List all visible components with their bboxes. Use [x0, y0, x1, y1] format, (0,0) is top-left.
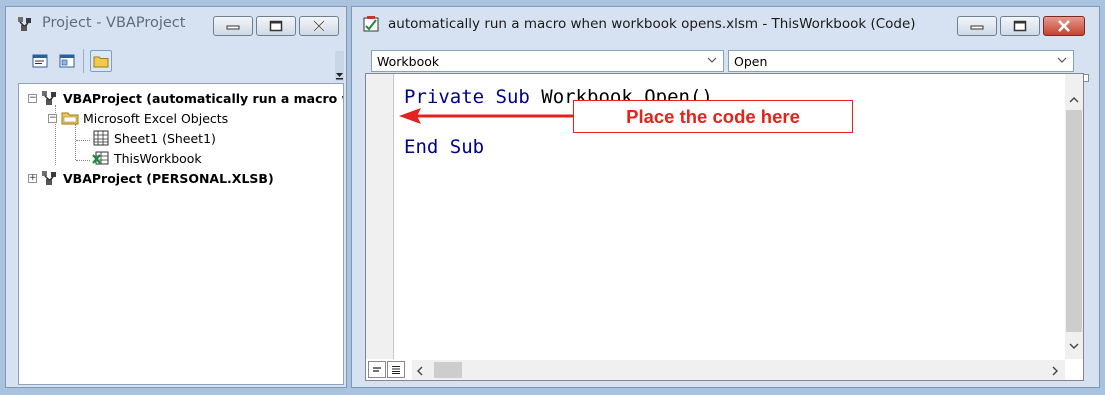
collapse-toggle[interactable]: − — [28, 93, 37, 103]
annotation-text: Place the code here — [626, 105, 800, 127]
expand-toggle[interactable]: + — [28, 173, 37, 183]
project-window-title: Project - VBAProject — [42, 15, 186, 31]
full-module-view-button[interactable] — [387, 361, 405, 378]
chevron-down-icon — [1057, 57, 1067, 63]
annotation-arrow — [399, 108, 575, 124]
toggle-folders-button[interactable] — [90, 50, 112, 72]
toolbar-overflow[interactable] — [335, 51, 344, 81]
minimize-icon — [226, 25, 240, 30]
chevron-down-icon — [1069, 343, 1079, 349]
close-icon — [313, 20, 325, 32]
horizontal-scroll-thumb[interactable] — [434, 362, 462, 378]
margin-indicator-bar[interactable] — [366, 74, 394, 359]
tree-node-label: Sheet1 (Sheet1) — [114, 130, 216, 146]
object-combo-value: Workbook — [377, 54, 440, 69]
vertical-scroll-thumb[interactable] — [1066, 110, 1082, 332]
code-line-3: End Sub — [404, 136, 485, 158]
code-titlebar[interactable]: automatically run a macro when workbook … — [352, 7, 1099, 41]
view-object-icon — [59, 54, 75, 68]
minimize-button[interactable] — [213, 16, 253, 36]
view-mode-buttons — [366, 360, 410, 380]
chevron-up-icon — [1069, 97, 1079, 103]
collapse-toggle[interactable]: − — [48, 113, 57, 123]
tree-node-excel-objects[interactable]: − Microsoft Excel Objects — [48, 109, 228, 127]
procedure-combo-value: Open — [734, 54, 768, 69]
close-icon — [1058, 20, 1070, 32]
tree-node-label: VBAProject (PERSONAL.XLSB) — [63, 170, 274, 186]
tree-node-sheet1[interactable]: Sheet1 (Sheet1) — [92, 129, 216, 147]
tree-node-thisworkbook[interactable]: ThisWorkbook — [92, 149, 202, 167]
code-window-icon — [363, 16, 379, 32]
chevron-right-icon — [1052, 366, 1058, 376]
procedure-combobox[interactable]: Open — [728, 50, 1074, 72]
close-button[interactable] — [299, 16, 339, 36]
project-toolbar — [12, 47, 344, 81]
tree-node-vbaproject[interactable]: − VBAProject (automatically run a macro … — [28, 89, 344, 107]
tree-connector — [76, 140, 90, 141]
annotation-callout: Place the code here — [573, 100, 853, 133]
vba-project-icon — [42, 91, 56, 105]
toggle-folders-icon — [93, 56, 109, 67]
horizontal-scrollbar[interactable] — [412, 360, 1065, 380]
close-button[interactable] — [1043, 16, 1085, 36]
tree-connector — [76, 160, 90, 161]
project-explorer-window: Project - VBAProject − VBAProject (autom… — [5, 6, 347, 388]
vba-project-icon — [42, 171, 56, 185]
view-code-button[interactable] — [29, 50, 51, 72]
tree-node-personal[interactable]: + VBAProject (PERSONAL.XLSB) — [28, 169, 274, 187]
code-window-title: automatically run a macro when workbook … — [388, 16, 916, 32]
workbook-icon — [92, 151, 109, 165]
chevron-down-icon — [336, 73, 343, 80]
folder-icon — [61, 112, 79, 125]
procedure-view-icon — [373, 366, 381, 372]
procedure-view-button[interactable] — [368, 361, 386, 378]
project-titlebar[interactable]: Project - VBAProject — [6, 7, 346, 41]
tree-node-label: VBAProject (automatically run a macro wl — [63, 90, 344, 106]
tree-node-label: Microsoft Excel Objects — [83, 110, 229, 126]
vba-project-icon — [18, 17, 31, 31]
maximize-icon — [1013, 20, 1027, 32]
minimize-button[interactable] — [957, 16, 997, 36]
worksheet-icon — [93, 130, 109, 146]
maximize-button[interactable] — [256, 16, 296, 36]
vertical-scrollbar[interactable] — [1065, 74, 1083, 359]
project-tree: − VBAProject (automatically run a macro … — [18, 83, 344, 385]
minimize-icon — [970, 25, 984, 30]
view-code-icon — [32, 54, 48, 68]
chevron-down-icon — [707, 57, 717, 63]
maximize-button[interactable] — [1000, 16, 1040, 36]
tree-connector — [75, 124, 76, 160]
tree-node-label: ThisWorkbook — [114, 150, 202, 166]
maximize-icon — [269, 20, 283, 32]
object-combobox[interactable]: Workbook — [371, 50, 724, 72]
toolbar-separator — [83, 49, 84, 73]
full-module-view-icon — [392, 366, 400, 374]
view-object-button[interactable] — [56, 50, 78, 72]
code-window: automatically run a macro when workbook … — [351, 6, 1100, 388]
chevron-left-icon — [417, 366, 423, 376]
